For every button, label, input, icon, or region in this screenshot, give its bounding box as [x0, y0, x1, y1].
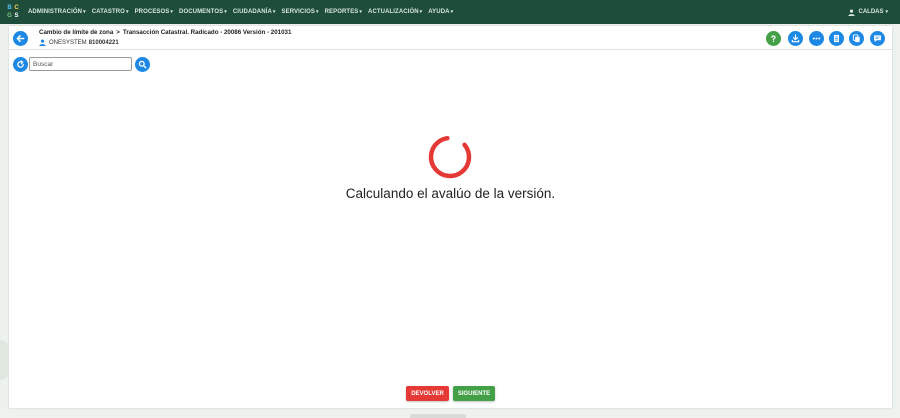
download-button[interactable] — [788, 31, 803, 46]
menu-item-ayuda[interactable]: AYUDA▾ — [428, 9, 453, 15]
download-icon — [791, 34, 800, 43]
owner-code: 810004221 — [88, 39, 119, 46]
panel-header: Cambio de límite de zona > Transacción Cat… — [9, 26, 892, 50]
search-button[interactable] — [135, 57, 150, 72]
back-button[interactable] — [13, 31, 28, 46]
copy-icon — [852, 34, 860, 43]
search-input[interactable] — [29, 57, 132, 71]
owner-info: ONESYSTEM 810004221 — [39, 39, 119, 46]
return-button[interactable]: DEVOLVER — [406, 386, 449, 401]
menu-item-reportes[interactable]: REPORTES▾ — [325, 9, 362, 15]
user-menu[interactable]: CALDAS ▾ — [848, 0, 888, 24]
menu-item-documentos[interactable]: DOCUMENTOS▾ — [179, 9, 227, 15]
top-navbar: B C G S ADMINISTRACIÓN▾ CATASTRO▾ PROCES… — [0, 0, 900, 24]
chevron-down-icon: ▾ — [224, 9, 227, 15]
menu-item-servicios[interactable]: SERVICIOS▾ — [282, 9, 319, 15]
refresh-icon — [17, 60, 24, 68]
logo-letter: G — [7, 13, 12, 19]
bottom-handle — [410, 414, 466, 418]
chevron-down-icon: ▾ — [170, 9, 174, 15]
logo-letter: C — [14, 5, 19, 11]
user-icon — [39, 39, 46, 46]
comment-icon — [874, 35, 881, 43]
search-icon — [138, 60, 147, 69]
logo-letter: S — [14, 13, 19, 19]
user-icon — [848, 8, 856, 16]
document-icon — [833, 34, 840, 43]
background-watermark — [0, 340, 9, 380]
menu-item-ciudadania[interactable]: CIUDADANÍA▾ — [233, 9, 276, 15]
menu-item-actualizacion[interactable]: ACTUALIZACIÓN▾ — [368, 9, 422, 15]
chevron-down-icon: ▾ — [450, 9, 454, 15]
chevron-down-icon: ▾ — [359, 9, 363, 15]
loading-spinner-icon — [428, 135, 472, 179]
refresh-button[interactable] — [13, 57, 28, 72]
loading-message: Calculando el avalúo de la versión. — [345, 186, 556, 201]
app-logo[interactable]: B C G S — [6, 4, 20, 20]
help-icon — [771, 35, 776, 43]
owner-name: ONESYSTEM — [49, 39, 87, 46]
main-menu: ADMINISTRACIÓN▾ CATASTRO▾ PROCESOS▾ DOCU… — [28, 0, 459, 24]
more-options-button[interactable] — [809, 31, 824, 46]
breadcrumb-parent[interactable]: Cambio de límite de zona — [39, 29, 113, 36]
document-button[interactable] — [829, 31, 844, 46]
chevron-down-icon: ▾ — [885, 9, 888, 15]
chevron-down-icon: ▾ — [272, 9, 276, 15]
breadcrumb-current: Transacción Catastral. Radicado - 20086 … — [122, 29, 292, 36]
breadcrumb: Cambio de límite de zona > Transacción Cat… — [39, 29, 291, 36]
comment-button[interactable] — [870, 31, 885, 46]
menu-item-administracion[interactable]: ADMINISTRACIÓN▾ — [28, 9, 86, 15]
main-panel: Cambio de límite de zona > Transacción Cat… — [9, 26, 892, 408]
logo-letter: B — [7, 5, 12, 11]
more-icon — [812, 37, 821, 40]
menu-item-procesos[interactable]: PROCESOS▾ — [135, 9, 173, 15]
chevron-down-icon: ▾ — [315, 9, 319, 15]
next-button[interactable]: SIGUIENTE — [453, 386, 495, 401]
chevron-down-icon: ▾ — [419, 9, 423, 15]
chevron-down-icon: ▾ — [83, 9, 86, 15]
menu-item-catastro[interactable]: CATASTRO▾ — [92, 9, 129, 15]
breadcrumb-separator: > — [116, 29, 120, 36]
copy-button[interactable] — [849, 31, 864, 46]
chevron-down-icon: ▾ — [125, 9, 129, 15]
help-button[interactable] — [766, 31, 781, 46]
arrow-left-icon — [16, 35, 25, 42]
user-name: CALDAS — [858, 9, 884, 15]
